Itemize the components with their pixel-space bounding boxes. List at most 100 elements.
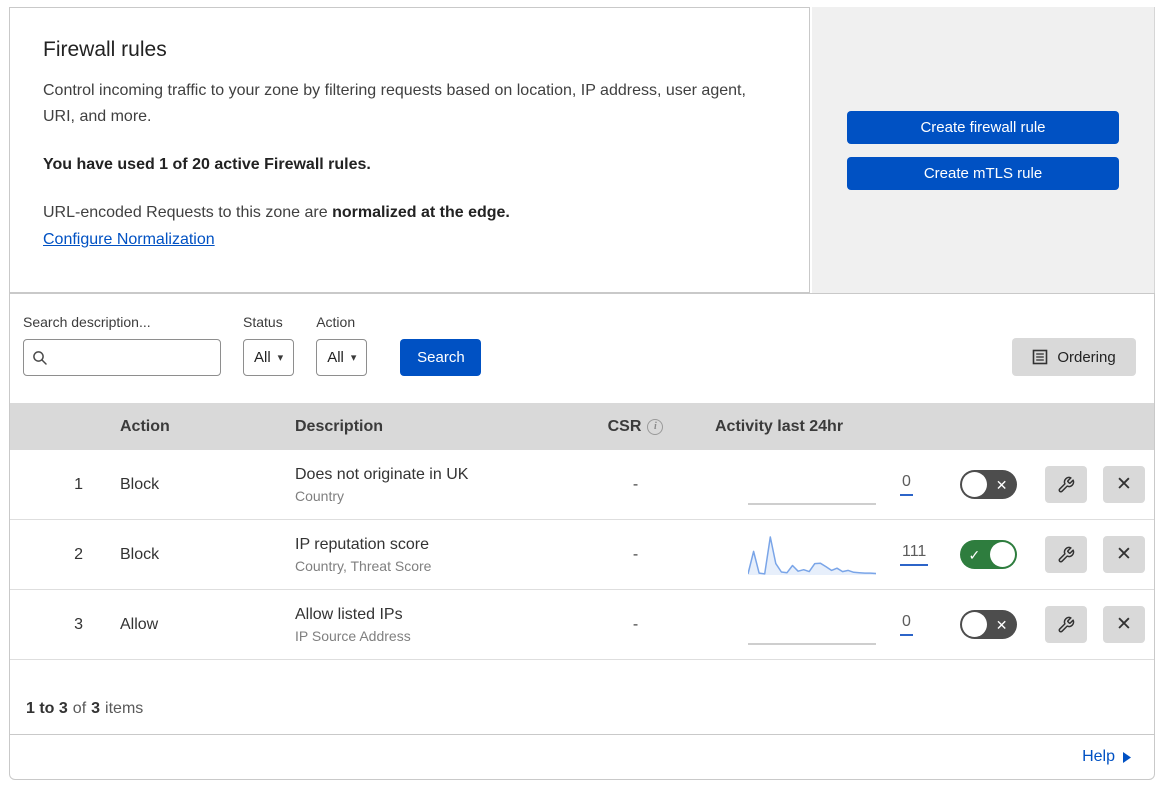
rules-list-card: Search description... Status All ▾ Action… [9,293,1155,780]
rule-criteria: Country, Threat Score [295,557,432,574]
wrench-icon [1058,476,1075,492]
action-filter-group: Action All ▾ [316,314,368,376]
rule-delete-cell: ✕ [1094,536,1154,573]
csr-header-label: CSR [607,417,642,435]
col-csr-header: CSR i [583,418,688,436]
arrow-right-icon [1123,751,1131,763]
pagination-summary: 1 to 3 of 3 items [10,660,1154,734]
close-icon: ✕ [1116,614,1132,635]
page-description: Control incoming traffic to your zone by… [43,82,746,125]
chevron-down-icon: ▾ [350,352,357,364]
table-row: 3 Allow Allow listed IPs IP Source Addre… [10,590,1154,660]
ordering-button[interactable]: Ordering [1012,338,1136,376]
search-icon [33,350,47,365]
close-icon: ✕ [1116,474,1132,495]
rule-activity-cell: 0 [688,603,938,647]
activity-count-link[interactable]: 111 [900,543,929,566]
rule-description: Allow listed IPs [295,605,403,623]
check-icon: ✓ [968,546,981,563]
create-firewall-rule-button[interactable]: Create firewall rule [847,110,1119,144]
help-label: Help [1082,748,1115,765]
rule-delete-cell: ✕ [1094,606,1154,643]
cta-panel: Create firewall rule Create mTLS rule [812,7,1155,293]
activity-sparkline [748,603,876,647]
rule-description: IP reputation score [295,535,430,553]
page-title: Firewall rules [43,38,167,61]
rule-description: Does not originate in UK [295,465,469,483]
list-ordering-icon [1033,349,1048,365]
firewall-rules-page: Firewall rules Control incoming traffic … [0,0,1161,791]
rule-edit-cell [1038,536,1094,573]
delete-rule-button[interactable]: ✕ [1103,606,1145,643]
toggle-knob [961,612,987,637]
rule-priority: 1 [74,475,83,493]
help-bar: Help [10,734,1154,779]
col-activity-header: Activity last 24hr [715,417,844,435]
activity-sparkline [748,463,876,507]
usage-summary: You have used 1 of 20 active Firewall ru… [43,156,371,173]
rule-criteria: IP Source Address [295,627,411,644]
create-mtls-rule-button[interactable]: Create mTLS rule [847,156,1119,190]
action-filter-label: Action [316,314,356,330]
status-dropdown-value: All [254,349,271,366]
rule-action: Allow [120,615,159,633]
items-label: items [105,700,144,717]
delete-rule-button[interactable]: ✕ [1103,466,1145,503]
col-description-header: Description [295,417,384,435]
rule-action: Block [120,475,160,493]
configure-normalization-link[interactable]: Configure Normalization [43,231,215,249]
rule-csr-value: - [632,615,639,633]
action-dropdown-value: All [327,349,344,366]
rule-description-cell: IP reputation score Country, Threat Scor… [275,536,583,574]
items-range: 1 to 3 [26,700,68,717]
rule-criteria: Country [295,487,345,504]
toggle-knob [961,472,987,497]
rule-toggle-cell: ✓ ✕ [938,470,1038,499]
items-of: of [72,700,87,717]
rule-activity-cell: 0 [688,463,938,507]
rule-enabled-toggle[interactable]: ✓ ✕ [959,540,1017,569]
table-row: 1 Block Does not originate in UK Country… [10,450,1154,520]
top-section: Firewall rules Control incoming traffic … [0,0,1161,293]
filter-bar: Search description... Status All ▾ Action… [10,294,1154,403]
normalization-prefix: URL-encoded Requests to this zone are [43,204,333,221]
wrench-icon [1058,616,1075,632]
rule-priority: 2 [74,545,83,563]
wrench-icon [1058,546,1075,562]
edit-rule-button[interactable] [1045,466,1087,503]
rule-enabled-toggle[interactable]: ✓ ✕ [959,610,1017,639]
status-dropdown[interactable]: All ▾ [243,339,295,376]
rule-edit-cell [1038,466,1094,503]
rule-enabled-toggle[interactable]: ✓ ✕ [959,470,1017,499]
status-filter-group: Status All ▾ [243,314,295,376]
rule-description-cell: Does not originate in UK Country [275,466,583,504]
x-icon: ✕ [995,476,1008,493]
rule-activity-cell: 111 [688,533,938,577]
search-box [23,339,221,376]
close-icon: ✕ [1116,544,1132,565]
table-header: Action Description CSR i Activity last 24… [10,403,1154,450]
action-dropdown[interactable]: All ▾ [316,339,368,376]
delete-rule-button[interactable]: ✕ [1103,536,1145,573]
rule-priority: 3 [74,615,83,633]
rule-toggle-cell: ✓ ✕ [938,610,1038,639]
col-action-header: Action [120,417,170,435]
table-row: 2 Block IP reputation score Country, Thr… [10,520,1154,590]
search-field-label: Search description... [23,314,151,330]
activity-sparkline [747,533,877,577]
rule-csr-value: - [632,545,639,563]
rule-description-cell: Allow listed IPs IP Source Address [275,606,583,644]
activity-count-link[interactable]: 0 [900,613,913,636]
info-icon[interactable]: i [647,418,664,435]
search-input[interactable] [54,349,212,366]
normalization-bold: normalized at the edge. [332,204,510,221]
search-button[interactable]: Search [400,339,482,376]
status-filter-label: Status [243,314,283,330]
search-field-group: Search description... [23,314,221,376]
activity-count-link[interactable]: 0 [900,473,913,496]
edit-rule-button[interactable] [1045,606,1087,643]
toggle-knob [989,542,1015,567]
help-link[interactable]: Help [1082,748,1132,766]
edit-rule-button[interactable] [1045,536,1087,573]
x-icon: ✕ [995,616,1008,633]
